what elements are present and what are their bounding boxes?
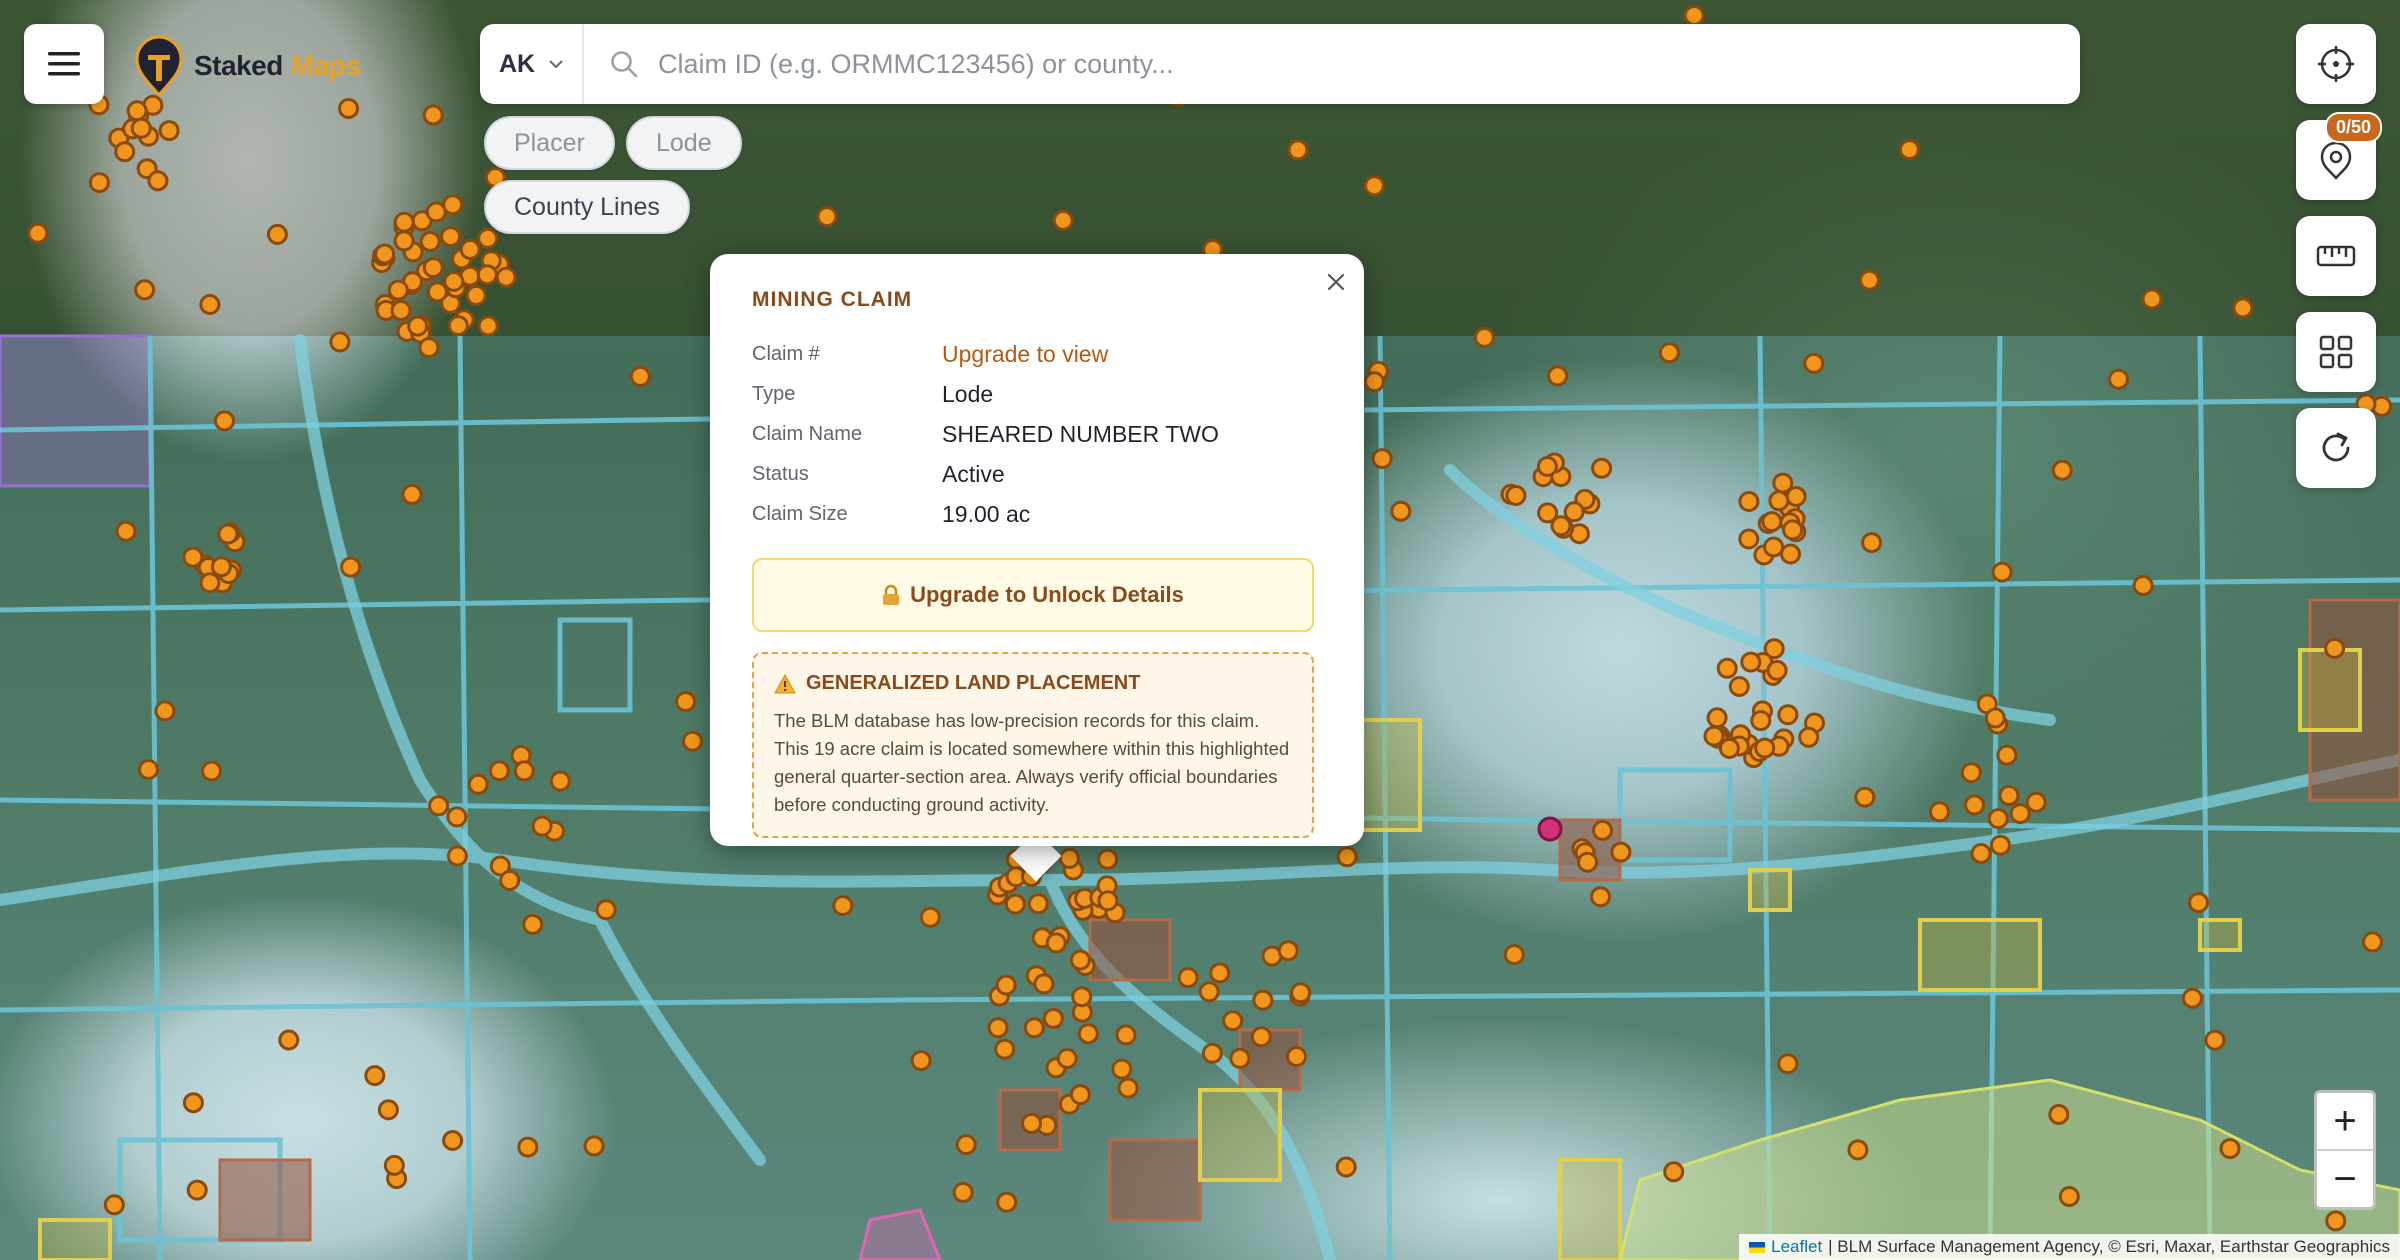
- parcel-purple[interactable]: [0, 334, 152, 488]
- detail-value: 19.00 ac: [942, 500, 1031, 527]
- layers-button[interactable]: [2296, 312, 2376, 392]
- detail-value: Lode: [942, 380, 994, 407]
- crosshair-icon: [2318, 46, 2354, 82]
- logo-shield-icon: [135, 35, 183, 97]
- lock-icon: [883, 584, 900, 605]
- saved-claims-button[interactable]: 0/50: [2296, 112, 2382, 200]
- search-input[interactable]: [658, 24, 2080, 104]
- filter-chip-county-lines[interactable]: County Lines: [484, 180, 690, 234]
- logo-word-staked: Staked: [194, 50, 283, 81]
- detail-row-type: Type Lode: [752, 374, 1322, 414]
- selected-claim-marker[interactable]: [1537, 816, 1563, 842]
- map-attribution: Leaflet | BLM Surface Management Agency,…: [1739, 1234, 2400, 1260]
- popup-title: MINING CLAIM: [752, 288, 913, 311]
- logo-word-maps: Maps: [290, 50, 361, 81]
- ukraine-flag-icon: [1749, 1241, 1766, 1253]
- warning-icon: [774, 673, 796, 693]
- attribution-text: | BLM Surface Management Agency, © Esri,…: [1828, 1237, 2390, 1256]
- map-pin-icon: [2320, 141, 2352, 180]
- detail-label: Status: [752, 462, 809, 485]
- generalized-placement-notice: GENERALIZED LAND PLACEMENT The BLM datab…: [752, 652, 1314, 838]
- refresh-button[interactable]: [2296, 408, 2376, 488]
- measure-button[interactable]: [2296, 216, 2376, 296]
- hamburger-icon: [48, 52, 80, 76]
- locate-button[interactable]: [2296, 24, 2376, 104]
- detail-label: Claim Name: [752, 422, 863, 445]
- detail-label: Type: [752, 382, 796, 405]
- notice-body: The BLM database has low-precision recor…: [774, 710, 1290, 815]
- leaflet-link[interactable]: Leaflet: [1771, 1237, 1822, 1257]
- detail-label: Claim #: [752, 342, 820, 365]
- state-select[interactable]: AK: [480, 24, 584, 104]
- zoom-out-button[interactable]: −: [2317, 1151, 2373, 1207]
- grid-layers-icon: [2319, 335, 2353, 369]
- notice-title-text: GENERALIZED LAND PLACEMENT: [806, 672, 1141, 694]
- detail-value: Active: [942, 460, 1005, 487]
- detail-value: SHEARED NUMBER TWO: [942, 420, 1219, 447]
- claim-popup: MINING CLAIM Claim # Upgrade to view Typ…: [710, 254, 1364, 846]
- search-icon: [610, 50, 638, 78]
- ruler-icon: [2316, 245, 2356, 267]
- detail-label: Claim Size: [752, 502, 848, 525]
- notice-title: GENERALIZED LAND PLACEMENT: [774, 672, 1292, 695]
- logo-wordmark: Staked Maps: [194, 50, 361, 82]
- search-bar: AK: [480, 24, 2080, 104]
- zoom-in-button[interactable]: +: [2317, 1093, 2373, 1151]
- filter-chip-placer[interactable]: Placer: [484, 116, 615, 170]
- filter-chip-lode[interactable]: Lode: [626, 116, 742, 170]
- brand-logo[interactable]: Staked Maps: [134, 34, 361, 98]
- detail-row-status: Status Active: [752, 454, 1322, 494]
- upgrade-unlock-button[interactable]: Upgrade to Unlock Details: [752, 558, 1314, 632]
- detail-row-claim-name: Claim Name SHEARED NUMBER TWO: [752, 414, 1322, 454]
- menu-button[interactable]: [24, 24, 104, 104]
- state-select-value: AK: [498, 49, 536, 78]
- claim-details: Claim # Upgrade to view Type Lode Claim …: [752, 334, 1322, 534]
- saved-count-badge: 0/50: [2324, 112, 2382, 143]
- upgrade-to-view-link[interactable]: Upgrade to view: [942, 341, 1108, 368]
- zoom-control: + −: [2314, 1090, 2376, 1210]
- popup-close-button[interactable]: [1320, 266, 1352, 298]
- detail-row-claim-number: Claim # Upgrade to view: [752, 334, 1322, 374]
- upgrade-unlock-label: Upgrade to Unlock Details: [910, 582, 1184, 607]
- close-icon: [1327, 273, 1345, 291]
- detail-row-claim-size: Claim Size 19.00 ac: [752, 494, 1322, 534]
- chevron-down-icon: [549, 59, 563, 68]
- refresh-icon: [2322, 432, 2350, 462]
